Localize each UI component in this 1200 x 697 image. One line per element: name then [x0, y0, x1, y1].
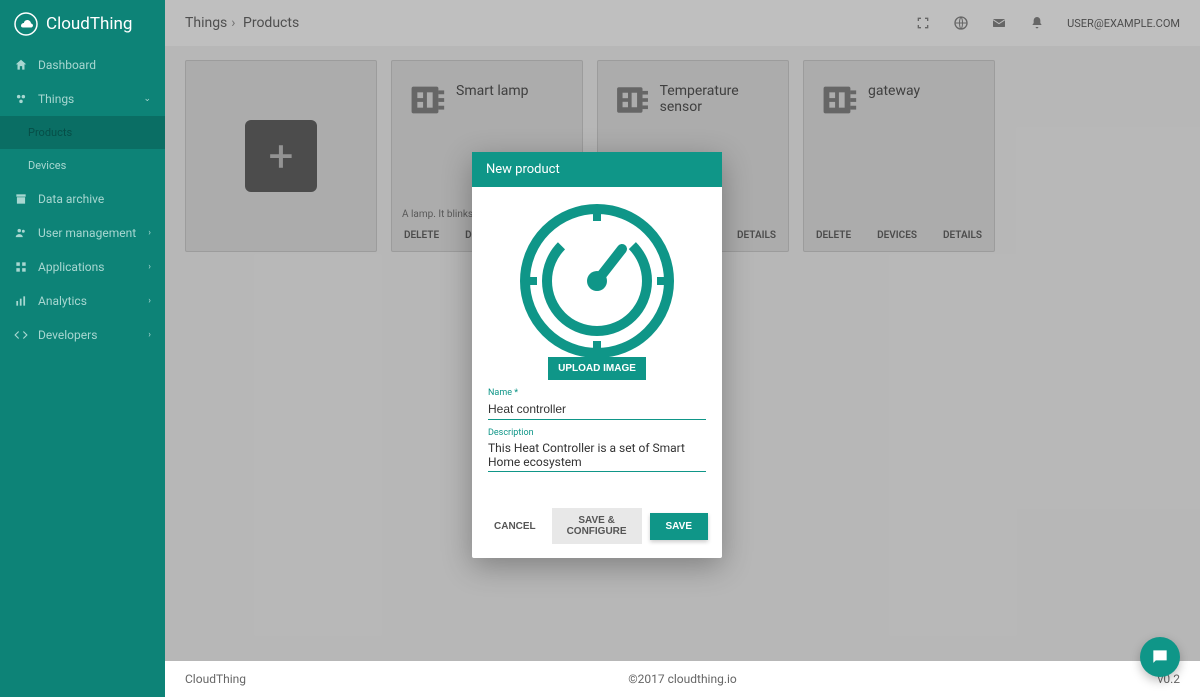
chat-icon	[1150, 647, 1170, 667]
sidebar-item-things[interactable]: Things ⌄	[0, 82, 165, 116]
product-image-preview	[488, 197, 706, 363]
users-icon	[14, 226, 28, 240]
things-icon	[14, 92, 28, 106]
name-input[interactable]	[488, 399, 706, 420]
footer-brand: CloudThing	[185, 672, 246, 686]
sidebar-item-analytics[interactable]: Analytics ›	[0, 284, 165, 318]
chevron-down-icon: ⌄	[143, 94, 151, 104]
chevron-right-icon: ›	[148, 228, 151, 238]
sidebar-item-developers[interactable]: Developers ›	[0, 318, 165, 352]
logo: CloudThing	[0, 0, 165, 48]
code-icon	[14, 328, 28, 342]
footer-copyright: ©2017 cloudthing.io	[628, 672, 737, 686]
cancel-button[interactable]: CANCEL	[486, 514, 544, 539]
sidebar-item-user-management[interactable]: User management ›	[0, 216, 165, 250]
name-field-label: Name *	[488, 388, 706, 398]
sidebar-item-label: User management	[38, 226, 136, 240]
new-product-modal: New product UPLOAD IMAGE Name * Descript…	[472, 152, 722, 558]
archive-icon	[14, 192, 28, 206]
modal-title: New product	[472, 152, 722, 187]
sidebar: CloudThing Dashboard Things ⌄ Products D…	[0, 0, 165, 697]
sidebar-item-products[interactable]: Products	[0, 116, 165, 149]
sidebar-item-devices[interactable]: Devices	[0, 149, 165, 182]
analytics-icon	[14, 294, 28, 308]
chevron-right-icon: ›	[148, 262, 151, 272]
sidebar-item-label: Dashboard	[38, 58, 96, 72]
chevron-right-icon: ›	[148, 296, 151, 306]
description-input[interactable]	[488, 438, 706, 472]
logo-icon	[14, 12, 38, 36]
sidebar-item-label: Products	[28, 126, 72, 139]
sidebar-item-label: Developers	[38, 328, 97, 342]
save-button[interactable]: SAVE	[650, 513, 709, 540]
chevron-right-icon: ›	[148, 330, 151, 340]
footer: CloudThing ©2017 cloudthing.io v0.2	[165, 661, 1200, 697]
sidebar-item-dashboard[interactable]: Dashboard	[0, 48, 165, 82]
gauge-icon	[517, 201, 677, 361]
description-field-label: Description	[488, 428, 706, 438]
apps-icon	[14, 260, 28, 274]
chat-fab[interactable]	[1140, 637, 1180, 677]
home-icon	[14, 58, 28, 72]
save-configure-button[interactable]: SAVE & CONFIGURE	[552, 508, 642, 544]
sidebar-item-applications[interactable]: Applications ›	[0, 250, 165, 284]
sidebar-item-label: Applications	[38, 260, 104, 274]
sidebar-item-label: Analytics	[38, 294, 87, 308]
upload-image-button[interactable]: UPLOAD IMAGE	[548, 357, 646, 380]
sidebar-item-label: Devices	[28, 159, 66, 172]
sidebar-item-label: Things	[38, 92, 74, 106]
brand-name: CloudThing	[46, 14, 132, 34]
sidebar-item-label: Data archive	[38, 192, 104, 206]
sidebar-item-data-archive[interactable]: Data archive	[0, 182, 165, 216]
